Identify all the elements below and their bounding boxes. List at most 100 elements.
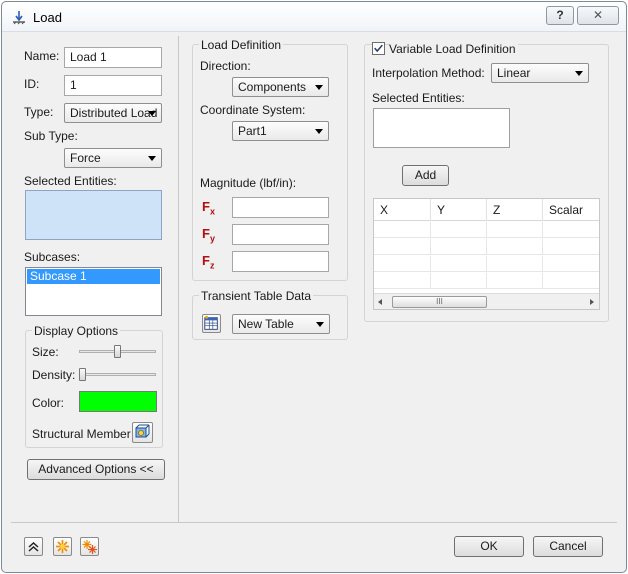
column-header-x[interactable]: X <box>374 199 431 221</box>
type-select-value: Distributed Load <box>70 106 158 120</box>
chevron-down-icon <box>148 111 156 116</box>
structural-member-icon <box>135 424 150 438</box>
scroll-left-icon[interactable] <box>378 299 382 305</box>
new-multiple-loads-button[interactable] <box>80 537 99 556</box>
id-input[interactable]: 1 <box>64 75 162 96</box>
table-cell[interactable] <box>487 222 543 238</box>
load-icon <box>13 11 25 25</box>
new-load-button[interactable] <box>53 537 72 556</box>
table-editor-button[interactable] <box>202 314 221 333</box>
table-row[interactable] <box>374 222 599 238</box>
direction-label: Direction: <box>200 59 251 73</box>
chevron-down-icon <box>315 129 323 134</box>
direction-select-value: Components <box>238 80 307 94</box>
load-definition-title: Load Definition <box>199 38 284 52</box>
chevron-down-icon <box>316 322 324 327</box>
fx-label: Fx <box>202 199 215 217</box>
type-select[interactable]: Distributed Load <box>64 103 162 123</box>
table-cell[interactable] <box>487 256 543 272</box>
add-button[interactable]: Add <box>402 165 449 186</box>
column-divider <box>178 36 179 522</box>
horizontal-scrollbar[interactable]: III <box>374 293 599 309</box>
expand-button[interactable] <box>24 537 43 556</box>
table-cell[interactable] <box>374 239 431 255</box>
size-slider-thumb[interactable] <box>114 345 121 358</box>
display-options-title: Display Options <box>32 324 121 338</box>
color-label: Color: <box>32 396 65 410</box>
column-header-scalar[interactable]: Scalar <box>543 199 599 221</box>
density-slider-track[interactable] <box>79 373 156 376</box>
table-cell[interactable] <box>431 273 487 289</box>
subtype-label: Sub Type: <box>24 129 78 143</box>
interpolation-label: Interpolation Method: <box>372 66 485 80</box>
selected-entities-box[interactable] <box>25 190 162 240</box>
table-cell[interactable] <box>487 273 543 289</box>
chevron-down-icon <box>148 156 156 161</box>
grid-header: X Y Z Scalar <box>374 199 599 221</box>
double-chevron-up-icon <box>28 541 39 552</box>
subcases-label: Subcases: <box>24 250 81 264</box>
type-label: Type: <box>24 105 54 119</box>
magnitude-label: Magnitude (lbf/in): <box>200 176 297 190</box>
cancel-button[interactable]: Cancel <box>533 536 603 557</box>
transient-table-title: Transient Table Data <box>199 289 314 303</box>
close-button[interactable]: ✕ <box>577 6 619 25</box>
selected-entities-label: Selected Entities: <box>24 174 117 188</box>
table-cell[interactable] <box>374 222 431 238</box>
coordinate-system-label: Coordinate System: <box>200 103 306 117</box>
fz-input[interactable] <box>232 251 329 272</box>
structural-member-label: Structural Member <box>32 427 131 441</box>
fz-label: Fz <box>202 253 215 271</box>
help-button[interactable]: ? <box>546 6 574 25</box>
variable-load-checkbox[interactable] <box>372 42 385 55</box>
footer-divider <box>11 522 617 523</box>
name-label: Name: <box>24 49 60 63</box>
interpolation-value: Linear <box>497 66 531 80</box>
table-row[interactable] <box>374 273 599 289</box>
table-cell[interactable] <box>431 256 487 272</box>
scrollbar-thumb[interactable]: III <box>392 296 487 308</box>
sparkle-icon <box>56 540 69 553</box>
title-bar: Load ? ✕ <box>2 2 626 32</box>
variable-data-grid[interactable]: X Y Z Scalar III <box>373 198 600 310</box>
density-slider-thumb[interactable] <box>79 368 86 381</box>
table-cell[interactable] <box>431 222 487 238</box>
subtype-select[interactable]: Force <box>64 148 162 168</box>
structural-member-button[interactable] <box>132 422 153 443</box>
column-header-z[interactable]: Z <box>487 199 543 221</box>
fy-input[interactable] <box>232 224 329 245</box>
checkmark-icon <box>374 44 383 53</box>
variable-selected-entities-box[interactable] <box>373 108 510 148</box>
advanced-options-button[interactable]: Advanced Options << <box>27 459 165 480</box>
id-label: ID: <box>24 77 40 91</box>
transient-table-select[interactable]: New Table <box>232 314 330 334</box>
load-dialog: Load ? ✕ Name: Load 1 ID: 1 Type: Distri… <box>1 1 627 573</box>
size-label: Size: <box>32 345 59 359</box>
chevron-down-icon <box>315 85 323 90</box>
color-swatch[interactable] <box>79 391 157 412</box>
variable-load-label[interactable]: Variable Load Definition <box>389 42 518 56</box>
subtype-select-value: Force <box>70 151 101 165</box>
coordinate-system-select[interactable]: Part1 <box>232 121 329 141</box>
interpolation-select[interactable]: Linear <box>491 63 589 83</box>
transient-table-value: New Table <box>238 317 294 331</box>
table-cell[interactable] <box>431 239 487 255</box>
column-header-y[interactable]: Y <box>431 199 487 221</box>
scroll-right-icon[interactable] <box>590 299 594 305</box>
coordinate-system-value: Part1 <box>238 124 267 138</box>
table-cell[interactable] <box>487 239 543 255</box>
table-icon <box>204 315 218 330</box>
fy-label: Fy <box>202 226 215 244</box>
table-row[interactable] <box>374 239 599 255</box>
variable-selected-entities-label: Selected Entities: <box>372 91 465 105</box>
fx-input[interactable] <box>232 197 329 218</box>
subcase-item[interactable]: Subcase 1 <box>27 269 160 284</box>
name-input[interactable]: Load 1 <box>64 47 162 68</box>
table-cell[interactable] <box>374 256 431 272</box>
ok-button[interactable]: OK <box>454 536 524 557</box>
direction-select[interactable]: Components <box>232 77 329 97</box>
table-row[interactable] <box>374 256 599 272</box>
table-cell[interactable] <box>374 273 431 289</box>
chevron-down-icon <box>575 71 583 76</box>
subcases-list[interactable]: Subcase 1 <box>25 267 162 316</box>
